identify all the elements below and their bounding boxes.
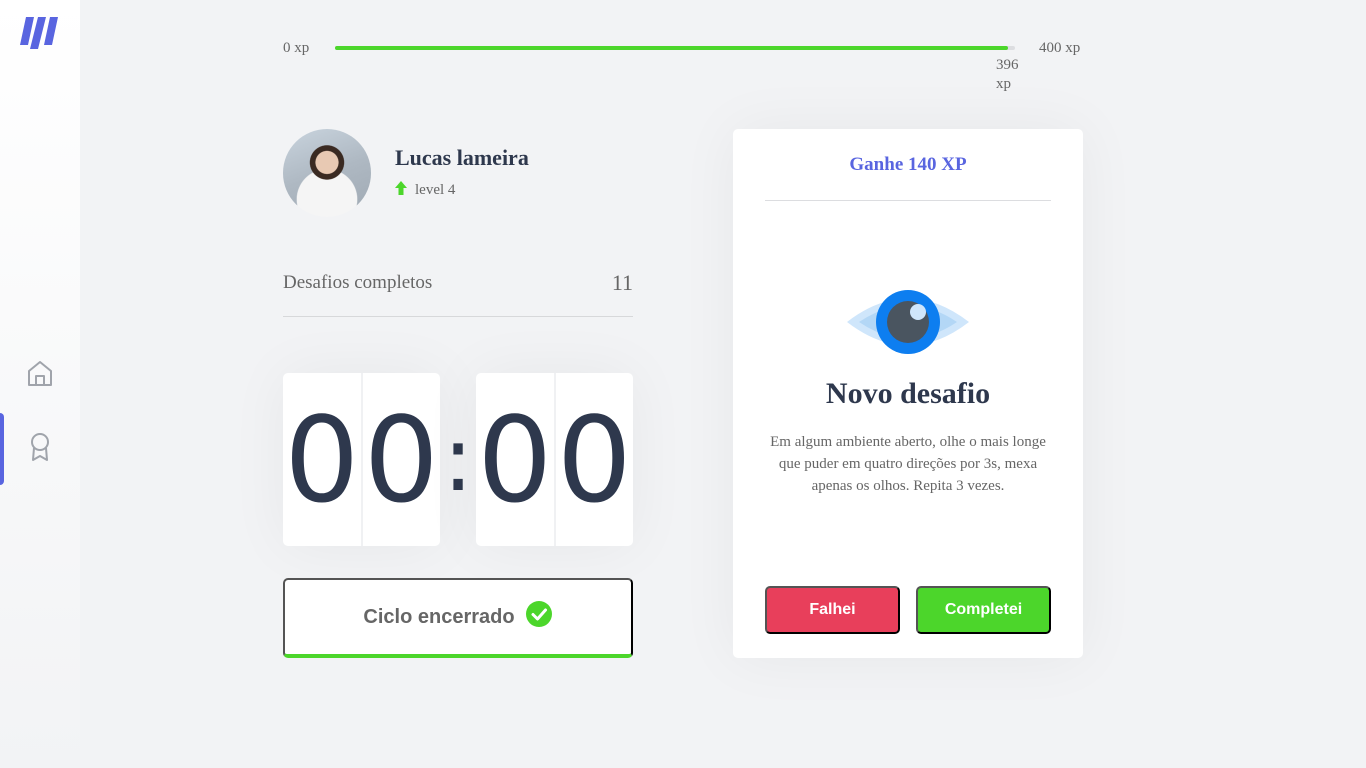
challenge-description: Em algum ambiente aberto, olhe o mais lo… — [770, 434, 1046, 494]
completed-value: 11 — [611, 270, 633, 295]
fail-button[interactable]: Falhei — [765, 586, 900, 634]
countdown-separator: : — [442, 407, 474, 512]
complete-button[interactable]: Completei — [916, 586, 1051, 634]
cycle-ended-button[interactable]: Ciclo encerrado — [283, 578, 633, 658]
minute-digit: 0 — [283, 373, 362, 546]
profile-level: level 4 — [395, 181, 455, 200]
minute-digit: 0 — [361, 373, 441, 546]
avatar — [283, 129, 371, 217]
xp-progress-fill — [335, 46, 1009, 50]
home-icon — [25, 358, 55, 393]
logo-icon — [20, 15, 60, 51]
sidebar-item-home[interactable] — [0, 339, 80, 411]
second-digit: 0 — [554, 373, 634, 546]
cycle-button-label: Ciclo encerrado — [363, 605, 515, 628]
xp-start-label: 0 xp — [283, 40, 310, 56]
xp-progress-bar — [335, 46, 1015, 50]
completed-challenges: Desafios completos 11 — [283, 270, 633, 317]
profile-name: Lucas lameira — [395, 145, 529, 170]
level-up-icon — [395, 181, 407, 200]
challenge-reward: Ganhe 140 XP — [765, 129, 1051, 201]
second-digit: 0 — [476, 373, 555, 546]
check-circle-icon — [525, 600, 553, 634]
eye-icon — [845, 287, 971, 357]
award-icon — [28, 432, 52, 467]
xp-current-label: 396 xp — [996, 57, 1019, 92]
challenge-card: Ganhe 140 XP Novo desafio Em algum ambie… — [733, 129, 1083, 658]
countdown-minutes: 0 0 — [283, 373, 440, 546]
level-label: level 4 — [415, 182, 456, 198]
sidebar — [0, 0, 80, 768]
completed-label: Desafios completos — [283, 272, 433, 293]
sidebar-item-award[interactable] — [0, 413, 80, 485]
countdown: 0 0 : 0 0 — [283, 373, 633, 546]
countdown-seconds: 0 0 — [476, 373, 633, 546]
xp-end-label: 400 xp — [1039, 40, 1081, 56]
challenge-title: Novo desafio — [825, 377, 991, 410]
